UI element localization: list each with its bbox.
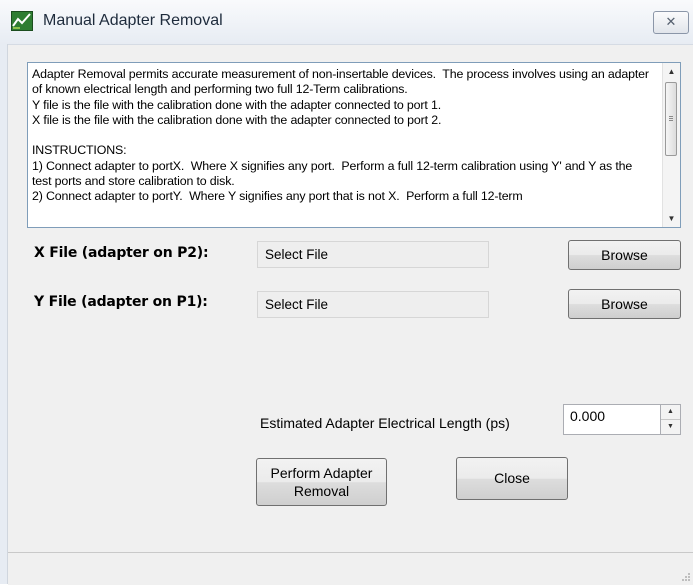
manual-adapter-removal-dialog: Manual Adapter Removal ✕ Adapter Removal… (0, 0, 693, 585)
status-bar (8, 552, 693, 585)
window-frame (0, 44, 8, 584)
description-scrollbar[interactable]: ▲ ▼ (662, 63, 680, 227)
y-file-field: Select File (257, 291, 489, 318)
electrical-length-stepper[interactable]: ▲ ▼ (661, 404, 681, 435)
x-file-field: Select File (257, 241, 489, 268)
window-title: Manual Adapter Removal (43, 12, 223, 29)
y-file-browse-button[interactable]: Browse (568, 289, 681, 319)
scroll-up-icon[interactable]: ▲ (663, 63, 680, 80)
x-file-label: X File (adapter on P2): (34, 245, 209, 261)
app-icon (11, 11, 33, 31)
spin-down-icon[interactable]: ▼ (661, 420, 680, 434)
electrical-length-label: Estimated Adapter Electrical Length (ps) (260, 415, 510, 431)
y-file-label: Y File (adapter on P1): (34, 294, 208, 310)
x-file-browse-button[interactable]: Browse (568, 240, 681, 270)
close-icon[interactable]: ✕ (653, 11, 689, 34)
close-button[interactable]: Close (456, 457, 568, 500)
perform-adapter-removal-button[interactable]: Perform Adapter Removal (256, 458, 387, 506)
description-textbox[interactable]: Adapter Removal permits accurate measure… (27, 62, 681, 228)
electrical-length-input[interactable]: 0.000 (563, 404, 661, 435)
scroll-down-icon[interactable]: ▼ (663, 210, 680, 227)
title-bar[interactable]: Manual Adapter Removal ✕ (0, 0, 693, 45)
spin-up-icon[interactable]: ▲ (661, 405, 680, 420)
scroll-thumb[interactable] (665, 82, 677, 156)
resize-grip-icon[interactable] (681, 572, 691, 582)
description-text: Adapter Removal permits accurate measure… (32, 67, 649, 204)
